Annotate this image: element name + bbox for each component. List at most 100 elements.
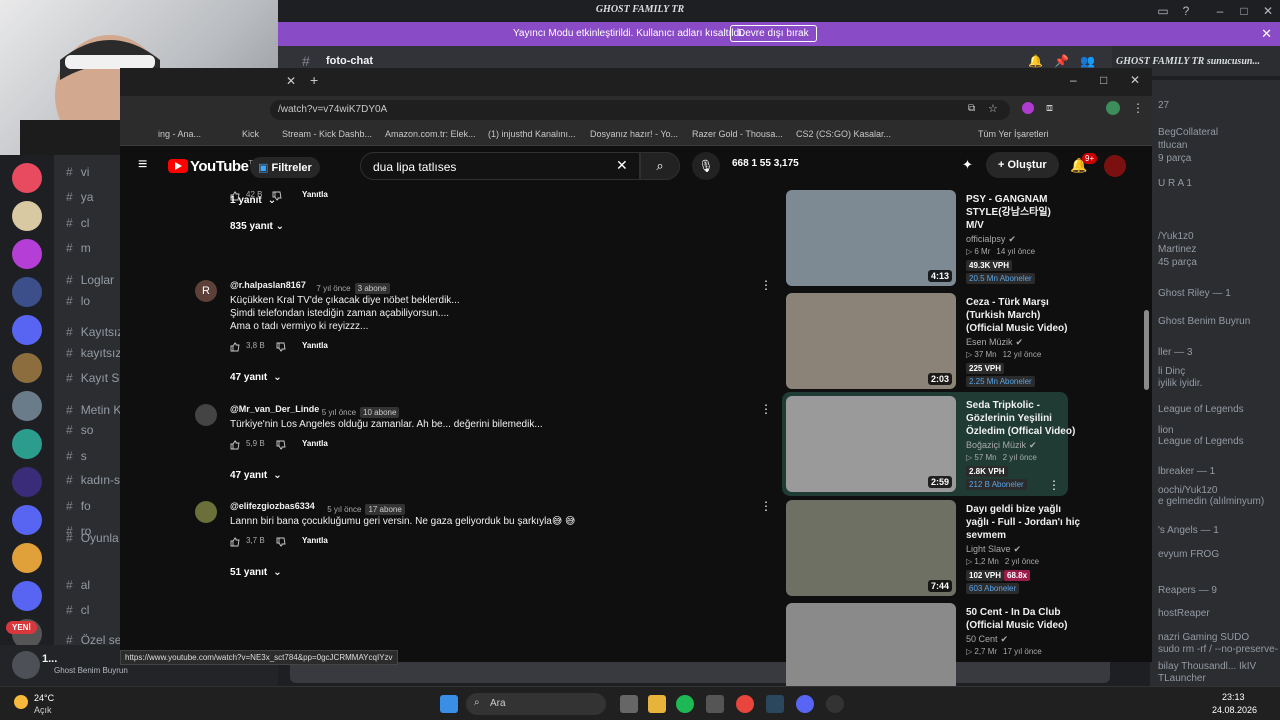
member-entry[interactable]: e gelmedin (alılminyum) [1158, 496, 1278, 507]
video-title[interactable]: Dayı geldi bize yağlı [966, 503, 1076, 516]
video-title[interactable]: Seda Tripkolic - [966, 399, 1076, 412]
reply-button[interactable]: Yanıtla [302, 439, 328, 448]
server-icon[interactable] [12, 201, 42, 231]
video-title[interactable]: M/V [966, 219, 1076, 232]
channel-item[interactable]: # m [66, 241, 91, 255]
voice-search-button[interactable]: 🎙 [692, 152, 720, 180]
server-icon[interactable] [12, 163, 42, 193]
member-entry[interactable]: 27 [1158, 100, 1278, 111]
spotify-icon[interactable] [676, 695, 694, 713]
video-title[interactable]: STYLE(강남스타일) [966, 206, 1076, 219]
member-entry[interactable]: Ghost Riley — 1 [1158, 288, 1278, 299]
bookmark-item[interactable]: Kick [242, 129, 259, 139]
bookmark-item[interactable]: Stream - Kick Dashb... [282, 129, 372, 139]
comment-menu-icon[interactable]: ⋮ [760, 278, 772, 292]
minimize-icon[interactable]: – [1212, 3, 1228, 19]
server-icon[interactable] [12, 391, 42, 421]
bookmark-item[interactable]: ing - Ana... [158, 129, 201, 139]
reply-button[interactable]: Yanıtla [302, 341, 328, 350]
member-entry[interactable]: bilay Thousandl... IkIV [1158, 661, 1278, 672]
server-icon[interactable] [12, 581, 42, 611]
dislike-icon[interactable] [276, 536, 286, 550]
weather-icon[interactable] [14, 695, 28, 709]
bookmark-item[interactable]: Razer Gold - Thousa... [692, 129, 783, 139]
member-entry[interactable]: lion [1158, 425, 1278, 436]
channel-item[interactable]: # al [66, 578, 90, 592]
scroll-thumb[interactable] [1144, 310, 1149, 390]
channel-item[interactable]: # ya [66, 190, 93, 204]
member-entry[interactable]: hostReaper [1158, 608, 1278, 619]
reply-button[interactable]: Yanıtla [302, 536, 328, 545]
member-entry[interactable]: lbreaker — 1 [1158, 466, 1278, 477]
start-icon[interactable] [440, 695, 458, 713]
video-thumbnail[interactable]: 7:44 [786, 500, 956, 596]
comment-time[interactable]: 7 yıl önce [316, 284, 350, 293]
bookmark-item[interactable]: Amazon.com.tr: Elek... [385, 129, 476, 139]
server-icon[interactable] [12, 315, 42, 345]
channel-item[interactable]: # Metin K [66, 403, 121, 417]
new-tab-icon[interactable]: + [310, 72, 318, 88]
video-thumbnail[interactable] [786, 603, 956, 699]
video-thumbnail[interactable]: 4:13 [786, 190, 956, 286]
channel-item[interactable]: # kayıtsız [66, 346, 121, 360]
comment-avatar[interactable]: R [195, 280, 217, 302]
channel-item[interactable]: # kadın-s [66, 473, 120, 487]
search-input[interactable]: dua lipa tatlıses [360, 152, 640, 180]
channel-item[interactable]: # Oyunla [66, 531, 119, 545]
bookmark-item[interactable]: (1) injusthd Kanalını... [488, 129, 576, 139]
filters-button[interactable]: ▣ Filtreler [250, 157, 320, 178]
members-icon[interactable]: 👥 [1080, 54, 1095, 68]
dislike-icon[interactable] [276, 341, 286, 355]
steam-icon[interactable] [766, 695, 784, 713]
comment-menu-icon[interactable]: ⋮ [760, 402, 772, 416]
member-entry[interactable]: TLauncher [1158, 673, 1278, 684]
search-button[interactable]: ⌕ [640, 152, 680, 180]
channel-name[interactable]: Boğaziçi Müzik ✔ [966, 440, 1037, 451]
bookmark-item[interactable]: Dosyanız hazır! - Yo... [590, 129, 678, 139]
maximize-icon[interactable]: □ [1236, 3, 1252, 19]
member-entry[interactable]: Ghost Benim Buyrun [1158, 316, 1278, 327]
channel-item[interactable]: # Loglar [66, 273, 114, 287]
comment-avatar[interactable] [195, 501, 217, 523]
avatar[interactable] [12, 651, 40, 679]
disable-streamer-mode-button[interactable]: Devre dışı bırak [730, 25, 817, 42]
channel-name[interactable]: Esen Müzik ✔ [966, 337, 1023, 348]
pin-icon[interactable]: 📌 [1054, 54, 1069, 68]
server-icon[interactable] [12, 353, 42, 383]
member-entry[interactable]: U R A 1 [1158, 178, 1278, 189]
video-thumbnail[interactable]: 2:03 [786, 293, 956, 389]
video-title[interactable]: yağlı - Full - Jordan'ı hiç [966, 516, 1080, 529]
reply-button[interactable]: Yanıtla [302, 190, 328, 199]
close-icon[interactable]: ✕ [1260, 3, 1276, 19]
channel-name[interactable]: officialpsy ✔ [966, 234, 1016, 245]
member-entry[interactable]: nazri Gaming SUDO [1158, 632, 1278, 643]
member-entry[interactable]: Reapers — 9 [1158, 585, 1278, 596]
comment-author[interactable]: @Mr_van_Der_Linde [230, 404, 319, 414]
task-view-icon[interactable] [620, 695, 638, 713]
member-entry[interactable]: 45 parça [1158, 257, 1278, 268]
scrollbar[interactable] [1142, 188, 1150, 662]
video-title[interactable]: sevmem [966, 529, 1076, 542]
channel-name[interactable]: Light Slave ✔ [966, 544, 1021, 555]
member-entry[interactable]: iyilik iyidir. [1158, 378, 1278, 389]
replies-toggle[interactable]: 835 yanıt ⌄ [230, 221, 284, 232]
member-entry[interactable]: li Dinç [1158, 366, 1278, 377]
replies-toggle[interactable]: 1 yanıt ⌄ [230, 195, 276, 206]
video-title[interactable]: (Official Music Video) [966, 619, 1076, 632]
member-entry[interactable]: League of Legends [1158, 404, 1278, 415]
video-title[interactable]: Özledim (Offical Video) [966, 425, 1076, 438]
server-icon[interactable] [12, 505, 42, 535]
like-icon[interactable] [230, 341, 240, 355]
video-title[interactable]: Gözlerinin Yeşilini [966, 412, 1076, 425]
member-entry[interactable]: /Yuk1z0 [1158, 231, 1278, 242]
member-entry[interactable]: oochi/Yuk1z0 [1158, 485, 1278, 496]
taskbar-search[interactable]: ⌕ Ara [466, 693, 606, 715]
replies-toggle[interactable]: 47 yanıt ⌄ [230, 470, 282, 481]
comment-avatar[interactable] [195, 404, 217, 426]
obs-icon[interactable] [826, 695, 844, 713]
replies-toggle[interactable]: 47 yanıt ⌄ [230, 372, 282, 383]
comment-time[interactable]: 5 yıl önce [322, 408, 356, 417]
member-entry[interactable]: 's Angels — 1 [1158, 525, 1278, 536]
channel-item[interactable]: # lo [66, 294, 90, 308]
replies-toggle[interactable]: 51 yanıt ⌄ [230, 567, 282, 578]
